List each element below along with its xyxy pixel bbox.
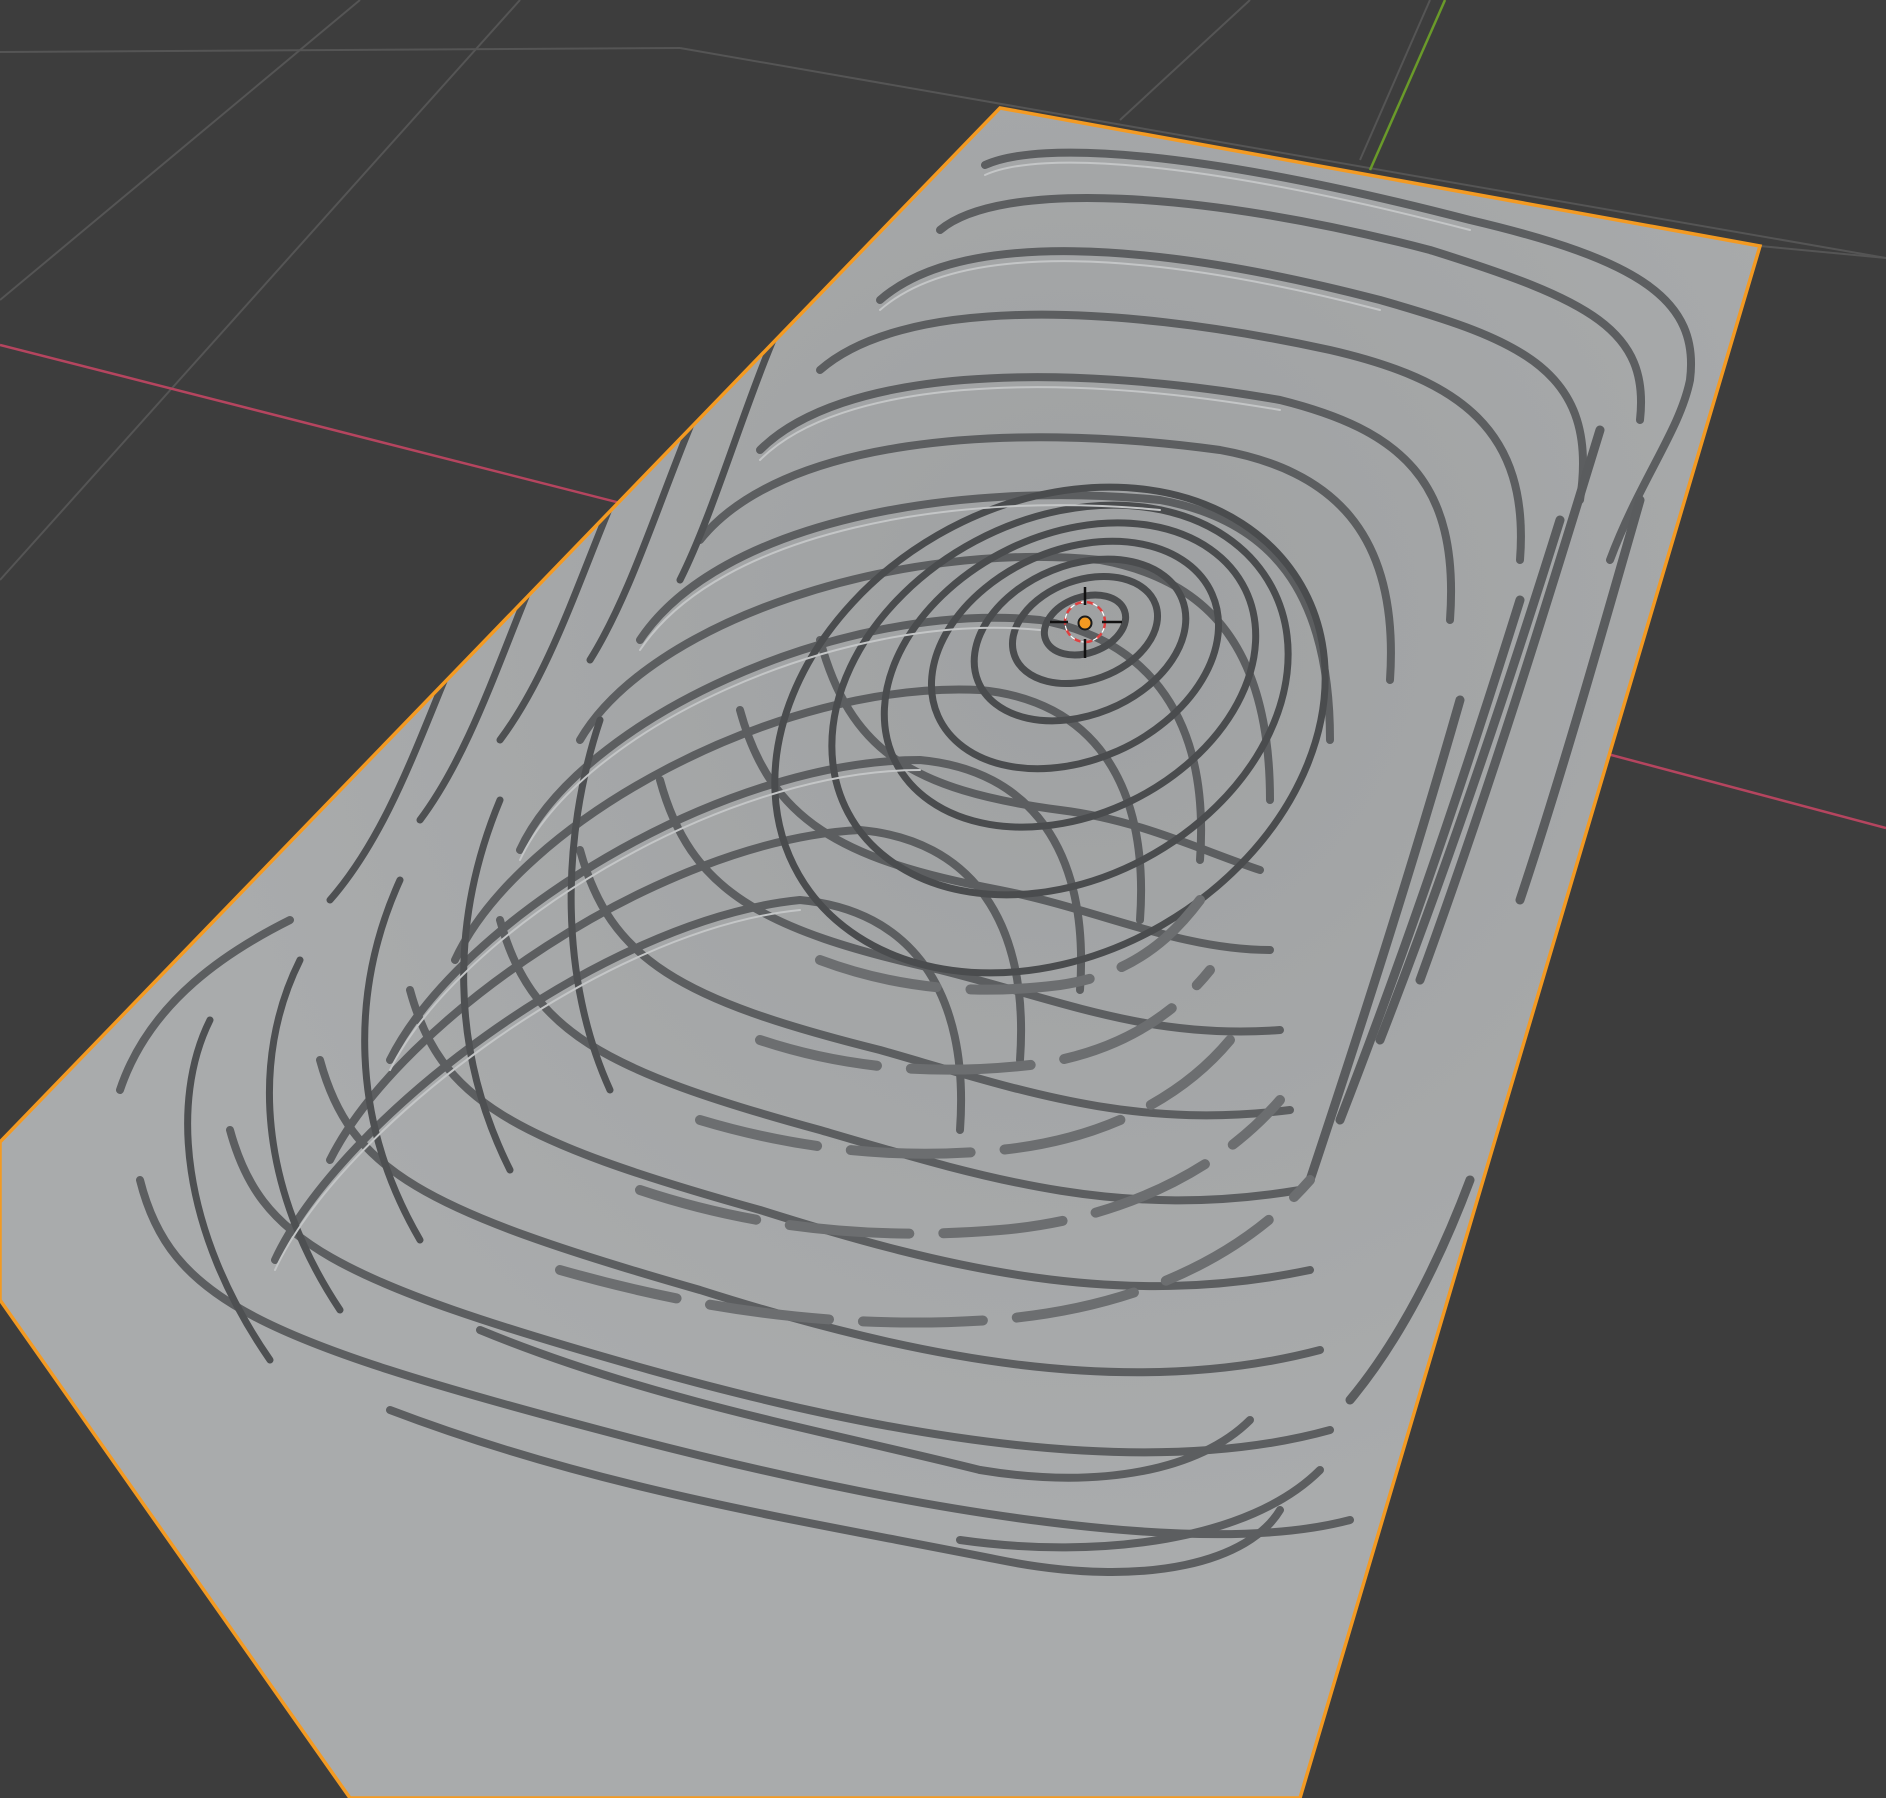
origin-dot: [1077, 615, 1093, 631]
viewport-scene[interactable]: [0, 0, 1886, 1798]
3d-viewport[interactable]: [0, 0, 1886, 1798]
plane-object[interactable]: [0, 106, 1763, 1798]
